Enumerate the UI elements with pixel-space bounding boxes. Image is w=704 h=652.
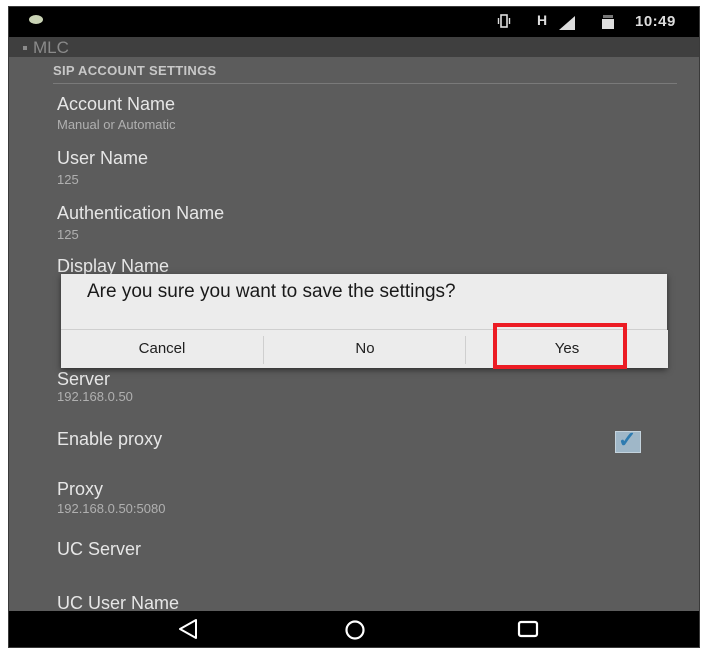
yes-button-highlight bbox=[493, 323, 627, 369]
battery-icon bbox=[602, 15, 614, 29]
notification-dot-icon bbox=[29, 15, 43, 24]
clock: 10:49 bbox=[635, 13, 676, 30]
back-icon[interactable] bbox=[177, 617, 199, 641]
pref-uc-server[interactable]: UC Server bbox=[9, 535, 699, 571]
pref-title: UC Server bbox=[57, 539, 142, 559]
pref-title: User Name bbox=[57, 148, 149, 168]
section-divider bbox=[53, 83, 677, 84]
checkmark-icon: ✓ bbox=[618, 427, 637, 452]
pref-enable-proxy[interactable]: Enable proxy bbox=[9, 425, 699, 459]
pref-user-name[interactable]: User Name 125 bbox=[9, 143, 699, 195]
pref-authentication-name[interactable]: Authentication Name 125 bbox=[9, 199, 699, 251]
signal-icon bbox=[559, 16, 575, 30]
phone-screen: H 10:49 MLC SIP ACCOUNT SETTINGS Account… bbox=[8, 6, 700, 648]
section-header: SIP ACCOUNT SETTINGS bbox=[53, 63, 217, 78]
pref-summary: 192.168.0.50 bbox=[57, 389, 133, 404]
pref-uc-user-name[interactable]: UC User Name bbox=[9, 591, 699, 613]
pref-summary: 192.168.0.50:5080 bbox=[57, 501, 166, 516]
pref-server[interactable]: Server 192.168.0.50 bbox=[9, 369, 699, 409]
pref-summary: 125 bbox=[57, 172, 79, 187]
vibrate-icon bbox=[497, 14, 511, 28]
no-button[interactable]: No bbox=[264, 330, 466, 368]
pref-summary: Manual or Automatic bbox=[57, 117, 176, 132]
pref-display-name[interactable]: Display Name bbox=[9, 254, 699, 276]
pref-title: Authentication Name bbox=[57, 203, 225, 223]
pref-title: Account Name bbox=[57, 94, 176, 114]
nav-bar bbox=[9, 611, 699, 647]
recents-icon[interactable] bbox=[517, 620, 539, 638]
pref-account-name[interactable]: Account Name Manual or Automatic bbox=[9, 87, 699, 139]
app-title-bar: MLC bbox=[9, 37, 699, 57]
dialog-message: Are you sure you want to save the settin… bbox=[87, 281, 456, 302]
pref-title: Enable proxy bbox=[57, 429, 163, 449]
pref-proxy[interactable]: Proxy 192.168.0.50:5080 bbox=[9, 475, 699, 523]
pref-title: Server bbox=[57, 369, 111, 389]
status-bar: H 10:49 bbox=[9, 7, 699, 37]
pref-title: Proxy bbox=[57, 479, 104, 499]
pref-summary: 125 bbox=[57, 227, 79, 242]
home-icon[interactable] bbox=[344, 619, 366, 641]
enable-proxy-checkbox[interactable]: ✓ bbox=[615, 427, 641, 453]
app-title: MLC bbox=[23, 38, 69, 57]
network-type: H bbox=[537, 12, 548, 28]
cancel-button[interactable]: Cancel bbox=[61, 330, 263, 368]
